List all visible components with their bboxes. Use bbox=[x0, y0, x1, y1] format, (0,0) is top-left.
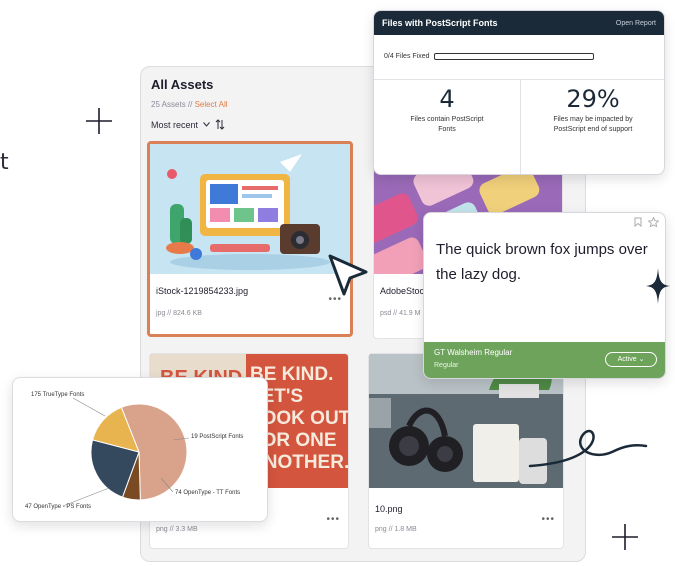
pie-label: 47 OpenType - PS Fonts bbox=[25, 504, 92, 510]
stat-value: 29% bbox=[566, 85, 620, 113]
report-header: Files with PostScript Fonts Open Report bbox=[374, 11, 664, 35]
asset-fileinfo: png // 3.3 MB bbox=[156, 526, 198, 533]
stat-files: 4 Files contain PostScript Fonts bbox=[374, 85, 520, 135]
more-icon[interactable]: ••• bbox=[326, 514, 340, 525]
fixed-progress: 0/4 Files Fixed bbox=[384, 53, 594, 60]
sort-dropdown[interactable]: Most recent bbox=[151, 119, 225, 130]
stat-description: Files may be impacted by PostScript end … bbox=[553, 116, 633, 133]
report-title: Files with PostScript Fonts bbox=[382, 18, 498, 28]
cropped-edge-text: t bbox=[0, 150, 9, 175]
select-all-link[interactable]: Select All bbox=[195, 100, 228, 109]
asset-fileinfo: psd // 41.9 M bbox=[380, 310, 421, 317]
pie-label: 74 OpenType - TT Fonts bbox=[175, 490, 241, 496]
asset-fileinfo: png // 1.8 MB bbox=[375, 526, 417, 533]
asset-count: 25 Assets // Select All bbox=[151, 100, 228, 109]
sort-icon[interactable] bbox=[215, 119, 225, 130]
stat-value: 4 bbox=[439, 85, 455, 113]
progress-bar bbox=[433, 53, 594, 60]
divider bbox=[374, 79, 664, 80]
font-type-pie-panel: 175 TrueType Fonts 19 PostScript Fonts 7… bbox=[12, 377, 268, 522]
asset-fileinfo: jpg // 824.6 KB bbox=[156, 310, 202, 317]
font-sample-text: The quick brown fox jumps over the lazy … bbox=[436, 241, 648, 283]
star-icon[interactable] bbox=[648, 217, 659, 227]
font-footer: GT Walsheim Regular Regular Active ⌄ bbox=[424, 342, 665, 378]
asset-filename: AdobeStoc bbox=[380, 286, 425, 296]
stat-impact: 29% Files may be impacted by PostScript … bbox=[520, 85, 664, 135]
font-style: Regular bbox=[434, 362, 459, 369]
pie-label: 19 PostScript Fonts bbox=[191, 434, 244, 440]
asset-thumbnail bbox=[150, 144, 350, 274]
page-title: All Assets bbox=[151, 77, 214, 92]
sort-label: Most recent bbox=[151, 119, 199, 130]
pie-chart bbox=[62, 397, 190, 507]
font-preview-card[interactable]: The quick brown fox jumps over the lazy … bbox=[423, 212, 666, 379]
font-card-actions bbox=[634, 217, 659, 227]
more-icon[interactable]: ••• bbox=[541, 514, 555, 525]
sparkle-icon bbox=[646, 268, 670, 304]
sparkle-icon bbox=[612, 524, 638, 550]
sparkle-icon bbox=[86, 108, 112, 134]
asset-count-text: 25 Assets // bbox=[151, 100, 193, 109]
postscript-report-panel: Files with PostScript Fonts Open Report … bbox=[373, 10, 665, 175]
font-name: GT Walsheim Regular bbox=[434, 348, 513, 357]
asset-filename: 10.png bbox=[375, 504, 403, 514]
bookmark-icon[interactable] bbox=[634, 217, 642, 227]
asset-filename: iStock-1219854233.jpg bbox=[156, 286, 249, 296]
cursor-arrow-icon bbox=[328, 254, 368, 296]
stat-description: Files contain PostScript Fonts bbox=[410, 116, 484, 133]
chevron-down-icon bbox=[203, 122, 210, 127]
pie-label: 175 TrueType Fonts bbox=[31, 392, 85, 398]
open-report-link[interactable]: Open Report bbox=[616, 20, 656, 27]
decorative-swirl bbox=[528, 429, 648, 468]
asset-card[interactable]: iStock-1219854233.jpg jpg // 824.6 KB ••… bbox=[147, 141, 353, 337]
active-label: Active bbox=[617, 356, 637, 363]
fixed-label: 0/4 Files Fixed bbox=[384, 53, 430, 60]
active-dropdown-button[interactable]: Active ⌄ bbox=[605, 352, 657, 367]
pie-leader-line bbox=[72, 397, 106, 417]
